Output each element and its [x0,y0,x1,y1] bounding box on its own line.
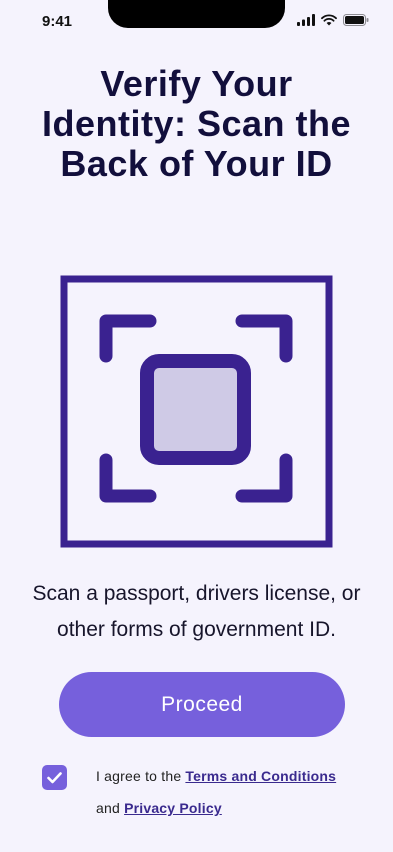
status-time: 9:41 [42,13,73,30]
consent-prefix: I agree to the [96,768,186,784]
consent-connector: and [96,800,125,816]
proceed-button[interactable]: Proceed [59,672,345,737]
status-icons [297,14,369,26]
id-scan-icon [60,275,333,548]
status-bar: 9:41 [0,0,393,44]
cellular-signal-icon [297,14,315,26]
page-title: Verify Your Identity: Scan the Back of Y… [41,63,352,184]
consent-text-line1: I agree to the Terms and Conditions [96,768,336,784]
privacy-policy-link[interactable]: Privacy Policy [124,800,222,816]
consent-checkbox[interactable] [42,765,67,790]
scan-description: Scan a passport, drivers license, or oth… [32,582,361,641]
wifi-icon [321,14,337,26]
battery-icon [343,14,369,26]
checkmark-icon [47,771,62,783]
consent-text-line2: and Privacy Policy [96,800,222,816]
device-notch [108,0,285,28]
terms-link[interactable]: Terms and Conditions [185,768,336,784]
